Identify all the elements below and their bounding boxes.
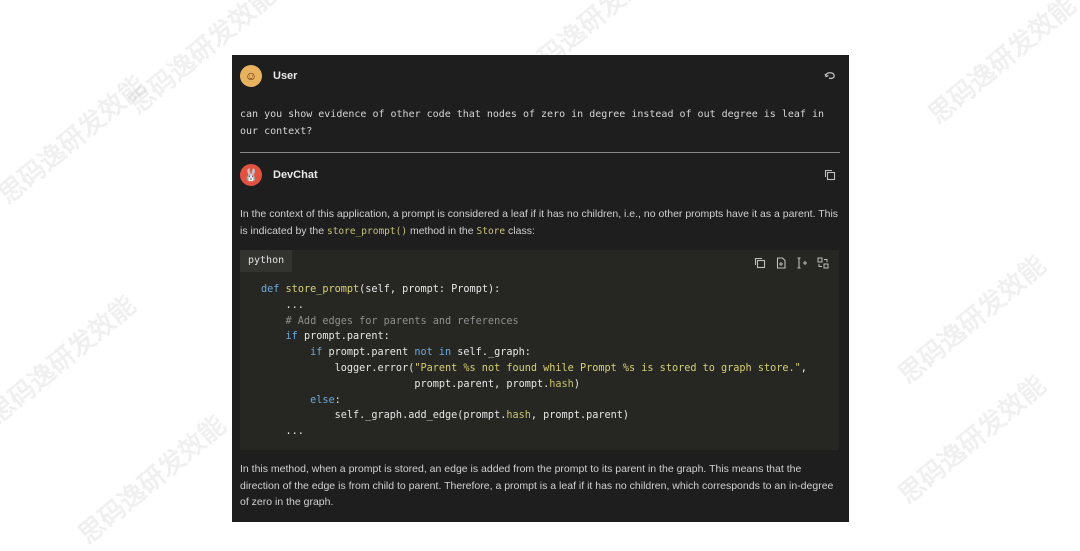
bot-name: DevChat <box>273 169 318 181</box>
code-token: prompt.parent: <box>303 331 390 343</box>
code-actions <box>753 257 829 270</box>
watermark: 思码逸研发效能 <box>73 410 232 551</box>
chat-panel: ☺ User can you show evidence of other co… <box>232 55 849 522</box>
insert-cursor-icon[interactable] <box>795 257 808 270</box>
code-line: ... <box>261 298 807 314</box>
code-line: if prompt.parent not in self._graph: <box>261 345 807 361</box>
code-line: logger.error("Parent %s not found while … <box>261 361 807 377</box>
code-token: "Parent %s not found while Prompt %s is … <box>414 362 801 374</box>
code-language-label: python <box>240 250 293 272</box>
user-avatar-icon: ☺ <box>240 65 262 87</box>
code-token: ) <box>573 378 580 390</box>
code-token: if <box>261 347 329 359</box>
watermark: 思码逸研发效能 <box>893 370 1052 511</box>
code-line: else: <box>261 393 807 409</box>
bot-message-header: 🐰 DevChat <box>240 163 318 187</box>
insert-file-icon[interactable] <box>774 257 787 270</box>
code-token: , <box>800 362 807 374</box>
bot-intro-text: In the context of this application, a pr… <box>240 206 840 240</box>
code-line: ... <box>261 424 807 440</box>
copy-icon[interactable] <box>823 169 837 183</box>
code-token: prompt.parent, prompt. <box>261 378 550 390</box>
code-token: # Add edges for parents and references <box>261 315 519 327</box>
code-token: else <box>261 394 335 406</box>
code-content: def store_prompt(self, prompt: Prompt): … <box>261 282 807 440</box>
bot-outro-text: In this method, when a prompt is stored,… <box>240 463 834 508</box>
undo-icon[interactable] <box>823 70 837 84</box>
intro-text-part: class: <box>505 224 535 237</box>
replace-icon[interactable] <box>816 257 829 270</box>
code-token: self._graph: <box>457 347 531 359</box>
inline-code: Store <box>476 225 506 237</box>
code-token: store_prompt <box>285 284 360 295</box>
watermark: 思码逸研发效能 <box>893 250 1052 391</box>
message-divider <box>240 152 840 153</box>
code-token: ... <box>261 426 304 438</box>
code-line: def store_prompt(self, prompt: Prompt): <box>261 282 807 298</box>
intro-text-part: method in the <box>407 224 477 237</box>
code-block: python def store_prompt(self, prompt: Pr… <box>240 250 839 450</box>
code-line: # Add edges for parents and references <box>261 314 807 330</box>
watermark: 思码逸研发效能 <box>0 70 152 211</box>
code-token: (self, prompt: Prompt): <box>359 284 501 295</box>
code-token: if <box>261 331 304 343</box>
watermark: 思码逸研发效能 <box>0 290 142 431</box>
code-token: def <box>261 284 286 295</box>
rabbit-avatar-icon: 🐰 <box>240 164 262 186</box>
code-line: prompt.parent, prompt.hash) <box>261 377 807 393</box>
code-token: self._graph.add_edge(prompt. <box>261 410 507 422</box>
code-token: hash <box>549 378 574 390</box>
copy-icon[interactable] <box>753 257 766 270</box>
code-token: : <box>334 394 341 406</box>
user-message-header: ☺ User <box>240 64 297 88</box>
code-token: , prompt.parent) <box>530 410 630 422</box>
code-token: prompt.parent <box>328 347 415 359</box>
watermark: 思码逸研发效能 <box>923 0 1080 131</box>
user-name: User <box>273 70 298 82</box>
code-line: self._graph.add_edge(prompt.hash, prompt… <box>261 408 807 424</box>
user-message-text: can you show evidence of other code that… <box>240 109 824 137</box>
inline-code: store_prompt() <box>326 225 408 237</box>
code-token: hash <box>506 410 531 422</box>
code-token: ... <box>261 299 304 311</box>
code-token: not in <box>414 347 458 359</box>
code-token: logger.error( <box>261 362 415 374</box>
code-line: if prompt.parent: <box>261 329 807 345</box>
